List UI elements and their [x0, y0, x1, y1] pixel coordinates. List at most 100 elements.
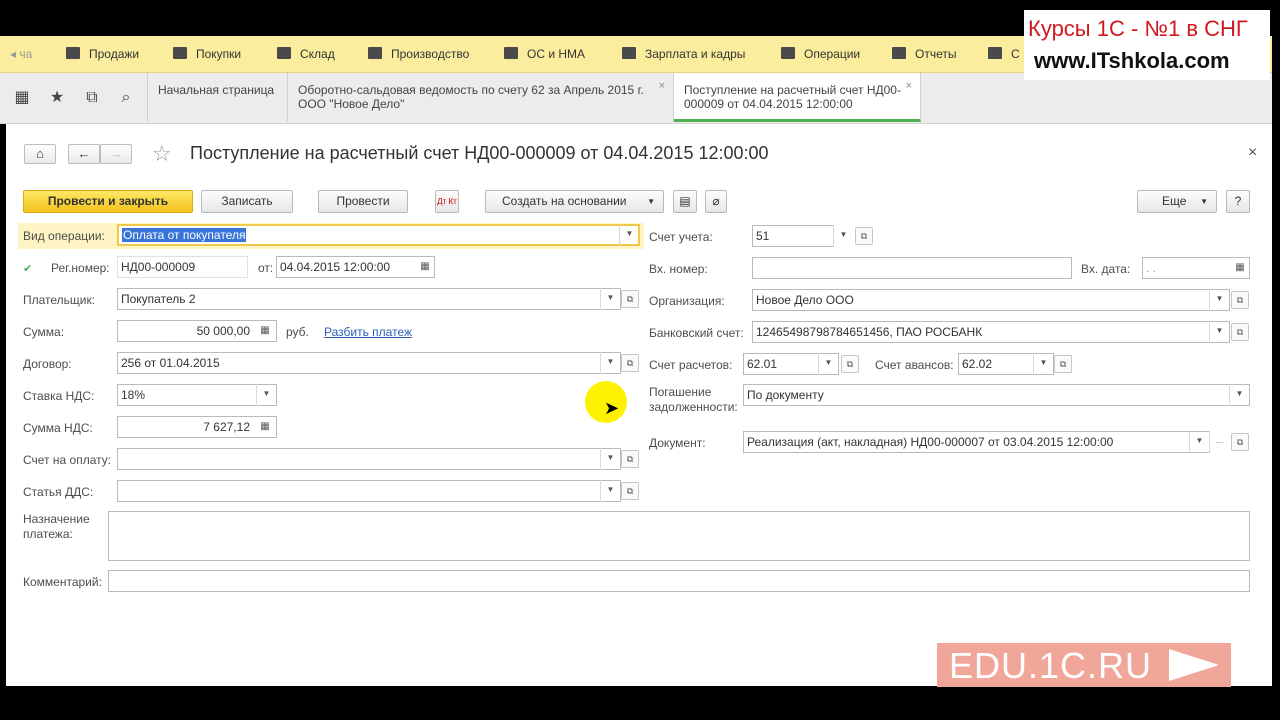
- menu-item-warehouse[interactable]: Склад: [277, 36, 335, 72]
- print-button[interactable]: ▤: [673, 190, 697, 213]
- favorites-star-icon[interactable]: ★: [46, 87, 68, 109]
- comment-field[interactable]: [108, 570, 1250, 592]
- menu-item-label: Продажи: [89, 47, 140, 61]
- vat-rate-dropdown[interactable]: ▼: [256, 384, 276, 406]
- close-icon[interactable]: ×: [906, 79, 912, 93]
- attach-button[interactable]: ⌀: [705, 190, 727, 213]
- account-field[interactable]: 51: [752, 225, 834, 247]
- org-open-button[interactable]: ⧉: [1231, 291, 1249, 309]
- menu-item-salary[interactable]: Зарплата и кадры: [622, 36, 745, 72]
- help-button[interactable]: ?: [1226, 190, 1250, 213]
- reg-number-label: Рег.номер:: [51, 261, 110, 275]
- account-dropdown[interactable]: ▼: [833, 225, 853, 247]
- reg-number-field[interactable]: НД00-000009: [117, 256, 248, 278]
- menu-item-more[interactable]: С: [988, 36, 1020, 72]
- invoice-open-button[interactable]: ⧉: [621, 450, 639, 468]
- invoice-dropdown[interactable]: ▼: [600, 448, 620, 470]
- calculator-icon[interactable]: ▦: [256, 322, 274, 340]
- close-icon[interactable]: ×: [1248, 144, 1257, 162]
- open-window-icon: ⧉: [626, 454, 634, 464]
- payer-dropdown[interactable]: ▼: [600, 288, 620, 310]
- currency-label: руб.: [286, 325, 309, 339]
- menu-item-fixed-assets[interactable]: ОС и НМА: [504, 36, 585, 72]
- dds-dropdown[interactable]: ▼: [600, 480, 620, 502]
- create-based-on-button[interactable]: Создать на основании ▼: [485, 190, 664, 213]
- split-payment-link[interactable]: Разбить платеж: [324, 325, 412, 339]
- document-dropdown[interactable]: ▼: [1189, 431, 1209, 453]
- open-window-icon: ⧉: [1236, 437, 1244, 447]
- tab-turnover-sheet[interactable]: Оборотно-сальдовая ведомость по счету 62…: [288, 73, 674, 122]
- in-number-field[interactable]: [752, 257, 1072, 279]
- document-open-button[interactable]: ⧉: [1231, 433, 1249, 451]
- payer-open-button[interactable]: ⧉: [621, 290, 639, 308]
- calculator-icon[interactable]: ▦: [256, 418, 274, 436]
- vat-rate-field[interactable]: 18%: [117, 384, 277, 406]
- post-and-close-button[interactable]: Провести и закрыть: [23, 190, 193, 213]
- debt-repayment-field[interactable]: По документу: [743, 384, 1250, 406]
- payer-field[interactable]: Покупатель 2: [117, 288, 621, 310]
- document-form: ⌂ ← → ☆ Поступление на расчетный счет НД…: [6, 124, 1272, 686]
- tab-bank-receipt[interactable]: Поступление на расчетный счет НД00-00000…: [674, 73, 921, 122]
- menu-item-reports[interactable]: Отчеты: [892, 36, 956, 72]
- dds-open-button[interactable]: ⧉: [621, 482, 639, 500]
- document-select-button[interactable]: …: [1209, 431, 1229, 453]
- dt-kt-icon: Дт Кт: [437, 197, 457, 206]
- more-button[interactable]: Еще ▼: [1137, 190, 1217, 213]
- account-open-button[interactable]: ⧉: [855, 227, 873, 245]
- dt-kt-button[interactable]: Дт Кт: [435, 190, 459, 213]
- org-dropdown[interactable]: ▼: [1209, 289, 1229, 311]
- search-icon[interactable]: ⌕: [115, 87, 137, 109]
- contract-label: Договор:: [23, 357, 72, 371]
- calendar-icon[interactable]: ▦: [1231, 259, 1249, 277]
- menu-left-arrow[interactable]: ◂ ча: [10, 36, 32, 72]
- operation-type-field[interactable]: Оплата от покупателя: [117, 224, 640, 246]
- debt-repayment-dropdown[interactable]: ▼: [1229, 384, 1249, 406]
- bar-chart-icon: [892, 47, 906, 59]
- dds-field[interactable]: [117, 480, 621, 502]
- vat-amount-field[interactable]: 7 627,12: [117, 416, 277, 438]
- amount-field[interactable]: 50 000,00: [117, 320, 277, 342]
- advance-account-open-button[interactable]: ⧉: [1054, 355, 1072, 373]
- date-field[interactable]: 04.04.2015 12:00:00: [276, 256, 435, 278]
- tab-label: Поступление на расчетный счет НД00-00000…: [684, 83, 901, 111]
- history-icon[interactable]: ⧉: [81, 87, 103, 109]
- amount-label: Сумма:: [23, 325, 65, 339]
- home-button[interactable]: ⌂: [24, 144, 56, 164]
- bank-account-dropdown[interactable]: ▼: [1209, 321, 1229, 343]
- caret-down-icon: ▼: [606, 485, 615, 494]
- menu-item-label: Покупки: [196, 47, 242, 61]
- vat-rate-label: Ставка НДС:: [23, 389, 95, 403]
- open-window-icon: ⧉: [1236, 295, 1244, 305]
- page-title: Поступление на расчетный счет НД00-00000…: [190, 143, 769, 163]
- grid-menu-icon[interactable]: ▦: [11, 87, 33, 109]
- account-label: Счет учета:: [649, 230, 713, 244]
- calendar-icon[interactable]: ▦: [416, 258, 434, 276]
- operation-type-dropdown[interactable]: ▼: [619, 224, 639, 246]
- close-icon[interactable]: ×: [659, 79, 665, 93]
- contract-dropdown[interactable]: ▼: [600, 352, 620, 374]
- save-button[interactable]: Записать: [201, 190, 293, 213]
- post-button[interactable]: Провести: [318, 190, 408, 213]
- arrow-right-icon: →: [109, 146, 123, 161]
- contract-open-button[interactable]: ⧉: [621, 354, 639, 372]
- menu-item-production[interactable]: Производство: [368, 36, 469, 72]
- purpose-textarea[interactable]: [108, 511, 1250, 561]
- bank-account-open-button[interactable]: ⧉: [1231, 323, 1249, 341]
- in-date-label: Вх. дата:: [1081, 262, 1131, 276]
- contract-field[interactable]: 256 от 01.04.2015: [117, 352, 621, 374]
- bank-account-field[interactable]: 12465498798784651456, ПАО РОСБАНК: [752, 321, 1230, 343]
- purpose-label-2: платежа:: [23, 527, 73, 541]
- tab-home[interactable]: Начальная страница: [147, 73, 288, 122]
- org-field[interactable]: Новое Дело ООО: [752, 289, 1230, 311]
- settlement-account-dropdown[interactable]: ▼: [818, 353, 838, 375]
- menu-item-purchases[interactable]: Покупки: [173, 36, 241, 72]
- document-field[interactable]: Реализация (акт, накладная) НД00-000007 …: [743, 431, 1210, 453]
- advance-account-dropdown[interactable]: ▼: [1033, 353, 1053, 375]
- menu-item-sales[interactable]: Продажи: [66, 36, 139, 72]
- invoice-field[interactable]: [117, 448, 621, 470]
- favorite-star-icon[interactable]: ☆: [152, 141, 172, 167]
- menu-item-operations[interactable]: Операции: [781, 36, 860, 72]
- settlement-account-open-button[interactable]: ⧉: [841, 355, 859, 373]
- back-button[interactable]: ←: [68, 144, 100, 164]
- forward-button[interactable]: →: [100, 144, 132, 164]
